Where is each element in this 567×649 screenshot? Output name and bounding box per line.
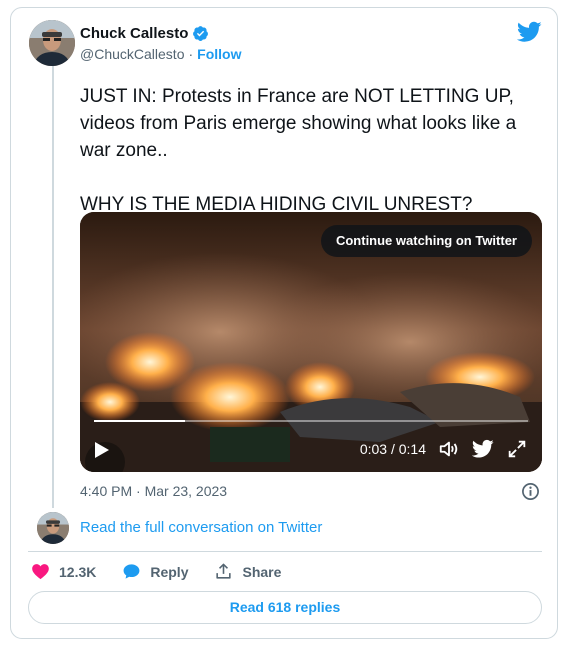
twitter-bird-icon[interactable] — [472, 438, 494, 460]
follow-button[interactable]: Follow — [197, 46, 241, 62]
reply-bubble-icon — [123, 564, 140, 579]
share-icon — [216, 563, 232, 579]
volume-icon[interactable] — [438, 438, 460, 460]
author-name-row: Chuck Callesto — [80, 25, 209, 42]
reply-button[interactable]: Reply — [122, 562, 188, 581]
thread-line — [52, 62, 54, 508]
video-progress-fill — [94, 420, 186, 422]
fullscreen-icon[interactable] — [506, 438, 528, 460]
video-time-readout: 0:03 / 0:14 — [359, 441, 426, 457]
author-handle[interactable]: @ChuckCallesto — [80, 46, 184, 62]
action-bar: 12.3K Reply Share — [31, 562, 307, 581]
handle-row: @ChuckCallesto · Follow — [80, 46, 241, 62]
divider — [28, 551, 542, 552]
tweet-timestamp[interactable]: 4:40 PM · Mar 23, 2023 — [80, 483, 227, 499]
author-avatar[interactable] — [29, 20, 75, 66]
video-player[interactable]: Continue watching on Twitter 0:03 / 0:14 — [80, 212, 542, 472]
tweet-text: JUST IN: Protests in France are NOT LETT… — [80, 83, 550, 218]
video-controls: 0:03 / 0:14 — [360, 438, 528, 460]
verified-badge-icon — [193, 26, 209, 41]
info-icon[interactable] — [521, 482, 540, 501]
share-button[interactable]: Share — [214, 562, 281, 581]
twitter-bird-icon[interactable] — [517, 21, 542, 43]
author-display-name[interactable]: Chuck Callesto — [80, 25, 188, 42]
tweet-paragraph: JUST IN: Protests in France are NOT LETT… — [80, 86, 517, 161]
author-avatar-small[interactable] — [37, 512, 69, 544]
video-progress-bar[interactable] — [94, 420, 528, 422]
share-label: Share — [242, 563, 282, 580]
reply-label: Reply — [150, 563, 189, 580]
read-conversation-link[interactable]: Read the full conversation on Twitter — [80, 519, 322, 536]
play-icon[interactable] — [94, 441, 110, 459]
handle-separator: · — [188, 46, 194, 62]
heart-icon — [32, 564, 49, 580]
read-replies-button[interactable]: Read 618 replies — [28, 591, 542, 624]
like-count: 12.3K — [59, 563, 97, 580]
continue-watching-button[interactable]: Continue watching on Twitter — [320, 225, 532, 257]
like-button[interactable]: 12.3K — [31, 562, 96, 581]
